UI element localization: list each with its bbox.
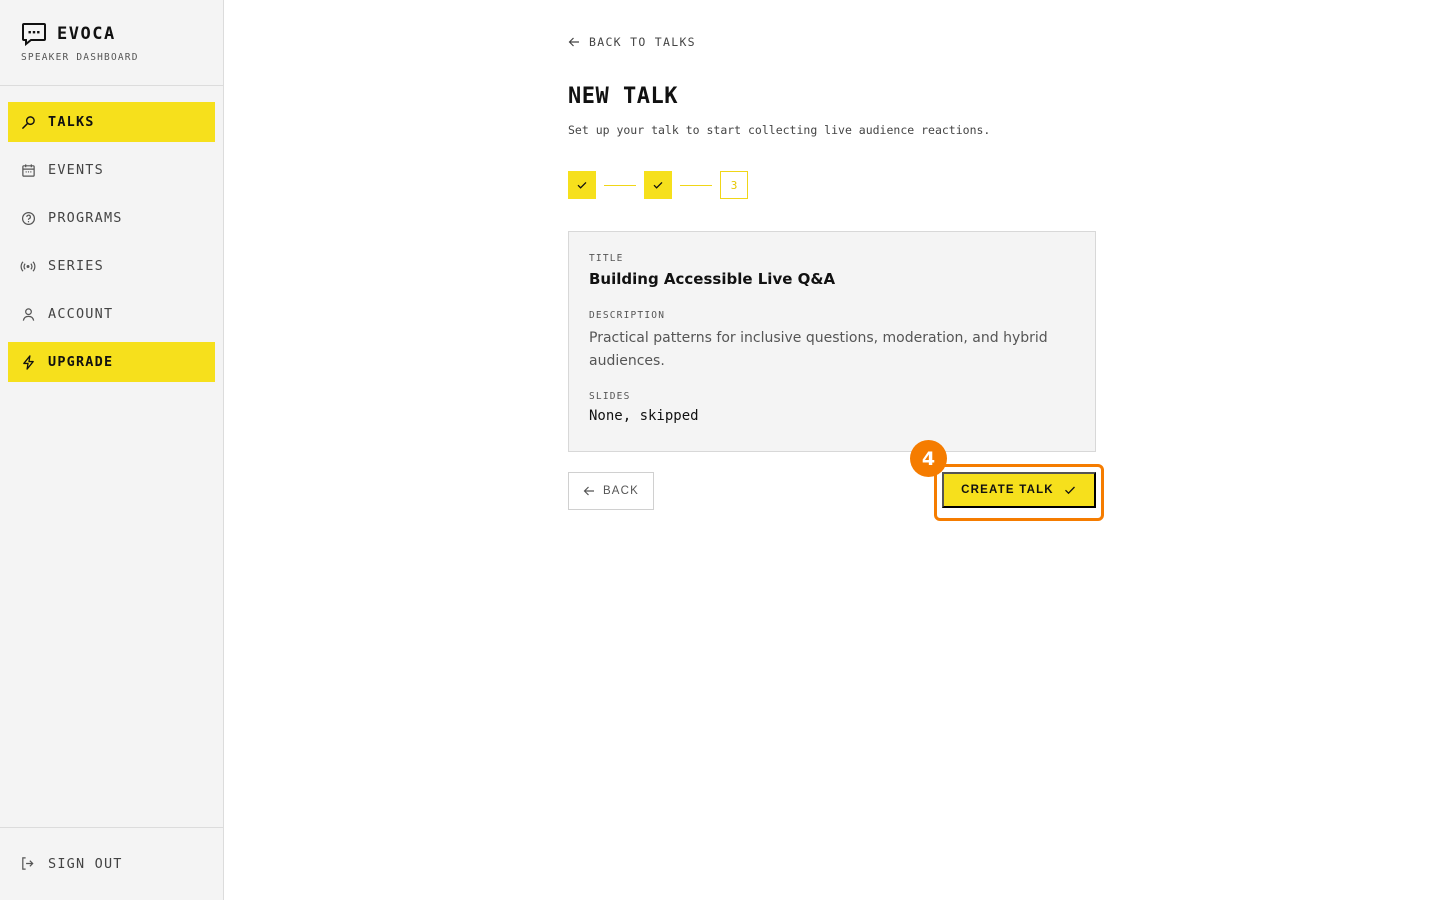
back-button-label: BACK	[602, 485, 640, 497]
arrow-left-icon	[568, 36, 580, 48]
sign-out-icon	[20, 856, 36, 872]
arrow-left-icon	[583, 485, 595, 497]
create-talk-label: CREATE TALK	[961, 484, 1054, 496]
description-label: DESCRIPTION	[589, 310, 666, 321]
title-label: TITLE	[589, 253, 624, 264]
sidebar-item-events[interactable]: EVENTS	[8, 150, 215, 190]
step-connector	[680, 184, 712, 186]
broadcast-icon	[20, 258, 36, 274]
sidebar-item-series[interactable]: SERIES	[8, 246, 215, 286]
description-value: Practical patterns for inclusive questio…	[589, 330, 1048, 369]
create-talk-highlight: CREATE TALK	[934, 464, 1104, 521]
back-to-talks-label: BACK TO TALKS	[589, 35, 696, 49]
help-circle-icon	[20, 210, 36, 226]
annotation-badge: 4	[910, 440, 947, 477]
check-icon	[1063, 483, 1077, 497]
lightning-icon	[20, 354, 36, 370]
slides-label: SLIDES	[589, 391, 631, 402]
calendar-icon	[20, 162, 36, 178]
sidebar-item-upgrade[interactable]: UPGRADE	[8, 342, 215, 382]
back-to-talks-link[interactable]: BACK TO TALKS	[568, 35, 696, 49]
page-subtitle: Set up your talk to start collecting liv…	[568, 123, 991, 137]
sidebar-item-label: SERIES	[48, 258, 104, 274]
talk-summary-card: TITLE Building Accessible Live Q&A DESCR…	[568, 231, 1096, 452]
mic-icon	[20, 114, 36, 130]
sign-out-button[interactable]: SIGN OUT	[0, 827, 223, 900]
create-talk-button[interactable]: CREATE TALK	[942, 472, 1096, 508]
sign-out-label: SIGN OUT	[48, 856, 123, 872]
sidebar-item-programs[interactable]: PROGRAMS	[8, 198, 215, 238]
sidebar-item-label: PROGRAMS	[48, 210, 123, 226]
page-title: NEW TALK	[568, 84, 678, 109]
brand: EVOCA SPEAKER DASHBOARD	[0, 0, 223, 86]
back-button[interactable]: BACK	[568, 472, 654, 510]
step-connector	[604, 184, 636, 186]
sidebar: EVOCA SPEAKER DASHBOARD TALKS EVENTS PRO…	[0, 0, 224, 900]
sidebar-item-label: ACCOUNT	[48, 306, 114, 322]
sidebar-nav: TALKS EVENTS PROGRAMS SERIES ACCOUNT UPG…	[0, 86, 223, 382]
stepper: 3	[568, 171, 748, 199]
step-2-complete	[644, 171, 672, 199]
user-icon	[20, 306, 36, 322]
chat-bubble-icon	[21, 22, 47, 46]
sidebar-item-account[interactable]: ACCOUNT	[8, 294, 215, 334]
sidebar-item-label: TALKS	[48, 114, 95, 130]
slides-value: None, skipped	[589, 408, 699, 424]
sidebar-item-talks[interactable]: TALKS	[8, 102, 215, 142]
title-value: Building Accessible Live Q&A	[589, 270, 836, 288]
check-icon	[653, 181, 663, 189]
brand-subtitle: SPEAKER DASHBOARD	[21, 52, 139, 63]
sidebar-item-label: UPGRADE	[48, 354, 114, 370]
check-icon	[577, 181, 587, 189]
sidebar-item-label: EVENTS	[48, 162, 104, 178]
step-3-current: 3	[720, 171, 748, 199]
brand-name: EVOCA	[57, 24, 116, 44]
step-1-complete	[568, 171, 596, 199]
